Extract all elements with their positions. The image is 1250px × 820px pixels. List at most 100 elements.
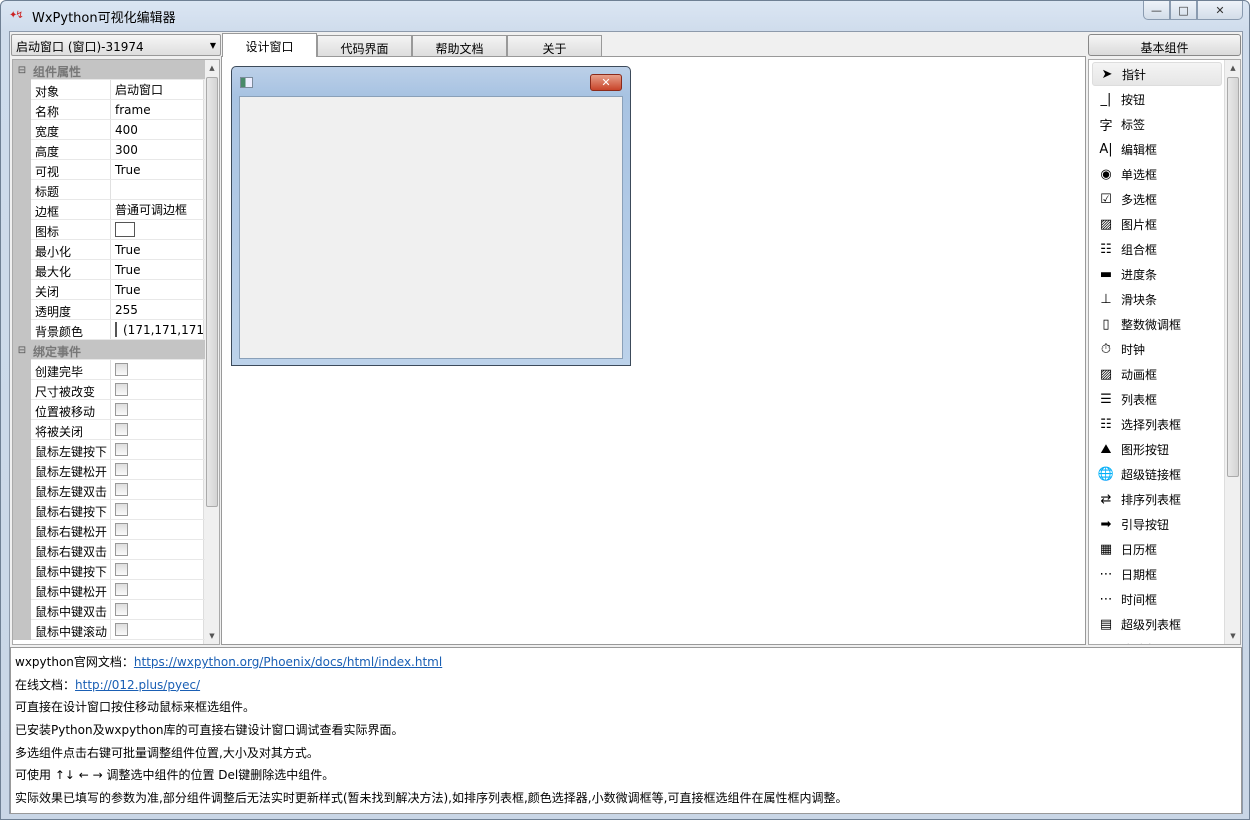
tab-0[interactable]: 设计窗口 xyxy=(222,33,317,57)
palette-item[interactable]: ⛰ 图形按钮 xyxy=(1092,437,1222,461)
docs-link[interactable]: https://wxpython.org/Phoenix/docs/html/i… xyxy=(134,655,442,669)
event-value[interactable] xyxy=(111,520,205,539)
palette-item[interactable]: 字标签 xyxy=(1092,112,1222,136)
event-value[interactable] xyxy=(111,420,205,439)
collapse-icon[interactable]: ⊟ xyxy=(13,340,31,360)
scroll-thumb[interactable] xyxy=(206,77,218,507)
property-value[interactable]: frame xyxy=(111,100,205,119)
event-value[interactable] xyxy=(111,560,205,579)
property-value[interactable]: 普通可调边框 xyxy=(111,200,205,219)
palette-item[interactable]: — 滚动条 xyxy=(1092,637,1222,645)
palette-item[interactable]: ⇄ 排序列表框 xyxy=(1092,487,1222,511)
event-value[interactable] xyxy=(111,400,205,419)
palette-scrollbar[interactable]: ▲ ▼ xyxy=(1224,60,1240,644)
minimize-button[interactable]: — xyxy=(1143,1,1170,20)
event-checkbox[interactable] xyxy=(115,463,128,476)
event-row[interactable]: 位置被移动 xyxy=(13,400,205,420)
property-value[interactable]: 255 xyxy=(111,300,205,319)
basic-components-button[interactable]: 基本组件 xyxy=(1088,34,1241,56)
event-value[interactable] xyxy=(111,440,205,459)
color-swatch[interactable] xyxy=(115,222,135,237)
close-button[interactable]: ✕ xyxy=(1197,1,1243,20)
event-row[interactable]: 鼠标左键双击 xyxy=(13,480,205,500)
property-value[interactable]: True xyxy=(111,260,205,279)
event-row[interactable]: 鼠标右键双击 xyxy=(13,540,205,560)
event-row[interactable]: 鼠标右键松开 xyxy=(13,520,205,540)
design-canvas[interactable]: ✕ xyxy=(221,56,1086,645)
palette-item[interactable]: ➡ 引导按钮 xyxy=(1092,512,1222,536)
event-checkbox[interactable] xyxy=(115,563,128,576)
property-value[interactable]: True xyxy=(111,240,205,259)
palette-item[interactable]: ▬ 进度条 xyxy=(1092,262,1222,286)
event-value[interactable] xyxy=(111,540,205,559)
event-row[interactable]: 鼠标左键松开 xyxy=(13,460,205,480)
property-value[interactable]: True xyxy=(111,280,205,299)
palette-item[interactable]: _| 按钮 xyxy=(1092,87,1222,111)
event-value[interactable] xyxy=(111,460,205,479)
event-checkbox[interactable] xyxy=(115,443,128,456)
event-row[interactable]: 创建完毕 xyxy=(13,360,205,380)
event-checkbox[interactable] xyxy=(115,483,128,496)
palette-item[interactable]: ☷ 选择列表框 xyxy=(1092,412,1222,436)
palette-item[interactable]: 🌐 超级链接框 xyxy=(1092,462,1222,486)
palette-item[interactable]: ◉ 单选框 xyxy=(1092,162,1222,186)
property-row[interactable]: 标题 xyxy=(13,180,205,200)
property-row[interactable]: 可视 True xyxy=(13,160,205,180)
property-row[interactable]: 背景颜色 (171,171,171) xyxy=(13,320,205,340)
event-row[interactable]: 尺寸被改变 xyxy=(13,380,205,400)
property-row[interactable]: 图标 xyxy=(13,220,205,240)
property-value[interactable]: 300 xyxy=(111,140,205,159)
color-swatch[interactable] xyxy=(115,322,117,337)
scroll-down-icon[interactable]: ▼ xyxy=(204,628,219,644)
scroll-down-icon[interactable]: ▼ xyxy=(1225,628,1240,644)
property-row[interactable]: 边框 普通可调边框 xyxy=(13,200,205,220)
event-value[interactable] xyxy=(111,600,205,619)
tab-2[interactable]: 帮助文档 xyxy=(412,35,507,57)
palette-item[interactable]: ☰ 列表框 xyxy=(1092,387,1222,411)
event-row[interactable]: 鼠标中键双击 xyxy=(13,600,205,620)
palette-item[interactable]: ⋯ 时间框 xyxy=(1092,587,1222,611)
event-checkbox[interactable] xyxy=(115,583,128,596)
property-value[interactable] xyxy=(111,180,205,199)
event-value[interactable] xyxy=(111,380,205,399)
property-value[interactable]: True xyxy=(111,160,205,179)
event-row[interactable]: 鼠标左键按下 xyxy=(13,440,205,460)
event-value[interactable] xyxy=(111,500,205,519)
property-scrollbar[interactable]: ▲ ▼ xyxy=(203,60,219,644)
property-row[interactable]: 关闭 True xyxy=(13,280,205,300)
event-value[interactable] xyxy=(111,580,205,599)
tab-1[interactable]: 代码界面 xyxy=(317,35,412,57)
palette-item[interactable]: ☑ 多选框 xyxy=(1092,187,1222,211)
palette-item[interactable]: ▯ 整数微调框 xyxy=(1092,312,1222,336)
property-value[interactable]: 400 xyxy=(111,120,205,139)
scroll-up-icon[interactable]: ▲ xyxy=(204,60,219,76)
collapse-icon[interactable]: ⊟ xyxy=(13,60,31,80)
category-header[interactable]: ⊟ 绑定事件 xyxy=(13,340,205,360)
event-checkbox[interactable] xyxy=(115,403,128,416)
property-row[interactable]: 宽度 400 xyxy=(13,120,205,140)
event-value[interactable] xyxy=(111,480,205,499)
category-header[interactable]: ⊟ 组件属性 xyxy=(13,60,205,80)
event-row[interactable]: 鼠标中键按下 xyxy=(13,560,205,580)
event-checkbox[interactable] xyxy=(115,503,128,516)
palette-item[interactable]: ⏱ 时钟 xyxy=(1092,337,1222,361)
event-value[interactable] xyxy=(111,360,205,379)
event-checkbox[interactable] xyxy=(115,523,128,536)
palette-item[interactable]: ☷ 组合框 xyxy=(1092,237,1222,261)
frame-close-button[interactable]: ✕ xyxy=(590,74,622,91)
event-row[interactable]: 鼠标中键滚动 xyxy=(13,620,205,640)
property-row[interactable]: 高度 300 xyxy=(13,140,205,160)
property-row[interactable]: 最大化 True xyxy=(13,260,205,280)
event-row[interactable]: 鼠标右键按下 xyxy=(13,500,205,520)
palette-item[interactable]: ▤ 超级列表框 xyxy=(1092,612,1222,636)
tab-3[interactable]: 关于 xyxy=(507,35,602,57)
scroll-up-icon[interactable]: ▲ xyxy=(1225,60,1240,76)
event-value[interactable] xyxy=(111,620,205,639)
palette-item[interactable]: ➤ 指针 xyxy=(1092,62,1222,86)
scroll-thumb[interactable] xyxy=(1227,77,1239,477)
event-checkbox[interactable] xyxy=(115,363,128,376)
event-checkbox[interactable] xyxy=(115,383,128,396)
property-value[interactable]: (171,171,171) xyxy=(111,320,205,339)
online-docs-link[interactable]: http://012.plus/pyec/ xyxy=(75,678,200,692)
palette-item[interactable]: ▦ 日历框 xyxy=(1092,537,1222,561)
